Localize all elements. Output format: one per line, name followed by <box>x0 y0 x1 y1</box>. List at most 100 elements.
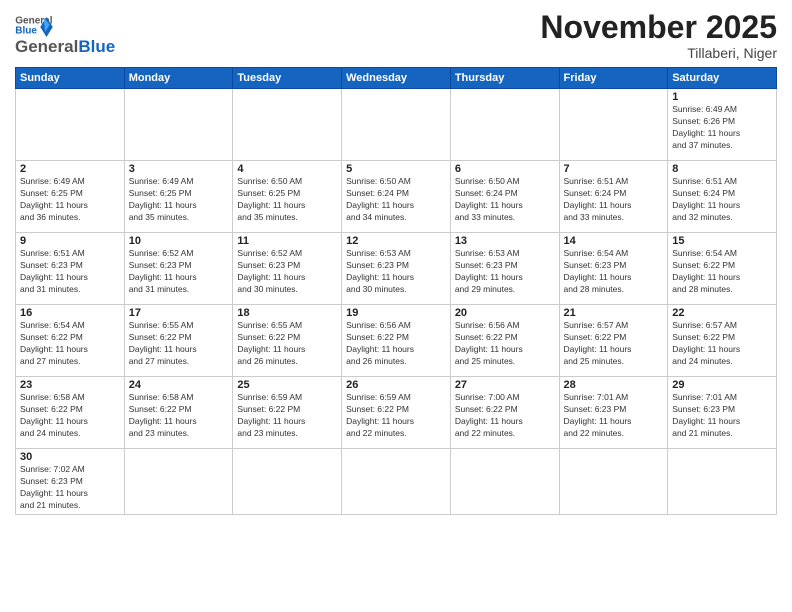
table-row: 9Sunrise: 6:51 AMSunset: 6:23 PMDaylight… <box>16 233 125 305</box>
table-row <box>16 89 125 161</box>
header-monday: Monday <box>124 68 233 89</box>
table-row: 13Sunrise: 6:53 AMSunset: 6:23 PMDayligh… <box>450 233 559 305</box>
header: General Blue General Blue November 2025 … <box>15 10 777 61</box>
calendar-week-row: 16Sunrise: 6:54 AMSunset: 6:22 PMDayligh… <box>16 305 777 377</box>
day-number: 5 <box>346 163 446 175</box>
table-row: 23Sunrise: 6:58 AMSunset: 6:22 PMDayligh… <box>16 377 125 449</box>
day-info: Sunrise: 6:59 AMSunset: 6:22 PMDaylight:… <box>237 392 337 440</box>
calendar-week-row: 9Sunrise: 6:51 AMSunset: 6:23 PMDaylight… <box>16 233 777 305</box>
day-info: Sunrise: 7:01 AMSunset: 6:23 PMDaylight:… <box>672 392 772 440</box>
table-row <box>342 89 451 161</box>
table-row: 3Sunrise: 6:49 AMSunset: 6:25 PMDaylight… <box>124 161 233 233</box>
logo-general: General <box>15 37 78 57</box>
day-number: 10 <box>129 235 229 247</box>
location-subtitle: Tillaberi, Niger <box>540 45 777 61</box>
table-row: 18Sunrise: 6:55 AMSunset: 6:22 PMDayligh… <box>233 305 342 377</box>
table-row: 1Sunrise: 6:49 AMSunset: 6:26 PMDaylight… <box>668 89 777 161</box>
table-row: 10Sunrise: 6:52 AMSunset: 6:23 PMDayligh… <box>124 233 233 305</box>
table-row <box>233 449 342 515</box>
day-number: 6 <box>455 163 555 175</box>
day-info: Sunrise: 6:51 AMSunset: 6:24 PMDaylight:… <box>564 176 664 224</box>
calendar-week-row: 30Sunrise: 7:02 AMSunset: 6:23 PMDayligh… <box>16 449 777 515</box>
day-number: 11 <box>237 235 337 247</box>
table-row: 27Sunrise: 7:00 AMSunset: 6:22 PMDayligh… <box>450 377 559 449</box>
day-number: 12 <box>346 235 446 247</box>
table-row: 8Sunrise: 6:51 AMSunset: 6:24 PMDaylight… <box>668 161 777 233</box>
table-row <box>124 449 233 515</box>
title-area: November 2025 Tillaberi, Niger <box>540 10 777 61</box>
table-row <box>450 89 559 161</box>
table-row: 15Sunrise: 6:54 AMSunset: 6:22 PMDayligh… <box>668 233 777 305</box>
header-wednesday: Wednesday <box>342 68 451 89</box>
header-sunday: Sunday <box>16 68 125 89</box>
table-row <box>668 449 777 515</box>
svg-text:Blue: Blue <box>15 25 37 36</box>
table-row: 24Sunrise: 6:58 AMSunset: 6:22 PMDayligh… <box>124 377 233 449</box>
day-info: Sunrise: 6:54 AMSunset: 6:22 PMDaylight:… <box>672 248 772 296</box>
header-thursday: Thursday <box>450 68 559 89</box>
day-info: Sunrise: 6:51 AMSunset: 6:24 PMDaylight:… <box>672 176 772 224</box>
day-number: 21 <box>564 307 664 319</box>
day-info: Sunrise: 6:55 AMSunset: 6:22 PMDaylight:… <box>129 320 229 368</box>
day-info: Sunrise: 6:56 AMSunset: 6:22 PMDaylight:… <box>455 320 555 368</box>
table-row: 12Sunrise: 6:53 AMSunset: 6:23 PMDayligh… <box>342 233 451 305</box>
header-saturday: Saturday <box>668 68 777 89</box>
day-info: Sunrise: 6:49 AMSunset: 6:25 PMDaylight:… <box>20 176 120 224</box>
table-row: 26Sunrise: 6:59 AMSunset: 6:22 PMDayligh… <box>342 377 451 449</box>
table-row: 19Sunrise: 6:56 AMSunset: 6:22 PMDayligh… <box>342 305 451 377</box>
day-number: 1 <box>672 91 772 103</box>
table-row <box>342 449 451 515</box>
day-number: 8 <box>672 163 772 175</box>
day-info: Sunrise: 6:59 AMSunset: 6:22 PMDaylight:… <box>346 392 446 440</box>
day-number: 27 <box>455 379 555 391</box>
day-number: 23 <box>20 379 120 391</box>
day-number: 7 <box>564 163 664 175</box>
day-number: 17 <box>129 307 229 319</box>
table-row: 21Sunrise: 6:57 AMSunset: 6:22 PMDayligh… <box>559 305 668 377</box>
table-row: 28Sunrise: 7:01 AMSunset: 6:23 PMDayligh… <box>559 377 668 449</box>
calendar-table: Sunday Monday Tuesday Wednesday Thursday… <box>15 67 777 515</box>
table-row: 2Sunrise: 6:49 AMSunset: 6:25 PMDaylight… <box>16 161 125 233</box>
day-number: 13 <box>455 235 555 247</box>
day-info: Sunrise: 6:49 AMSunset: 6:25 PMDaylight:… <box>129 176 229 224</box>
day-number: 15 <box>672 235 772 247</box>
day-number: 2 <box>20 163 120 175</box>
table-row: 22Sunrise: 6:57 AMSunset: 6:22 PMDayligh… <box>668 305 777 377</box>
logo-area: General Blue General Blue <box>15 10 115 57</box>
day-info: Sunrise: 6:57 AMSunset: 6:22 PMDaylight:… <box>564 320 664 368</box>
day-info: Sunrise: 7:02 AMSunset: 6:23 PMDaylight:… <box>20 464 120 512</box>
day-number: 25 <box>237 379 337 391</box>
table-row: 17Sunrise: 6:55 AMSunset: 6:22 PMDayligh… <box>124 305 233 377</box>
table-row: 20Sunrise: 6:56 AMSunset: 6:22 PMDayligh… <box>450 305 559 377</box>
table-row <box>450 449 559 515</box>
table-row: 14Sunrise: 6:54 AMSunset: 6:23 PMDayligh… <box>559 233 668 305</box>
table-row: 16Sunrise: 6:54 AMSunset: 6:22 PMDayligh… <box>16 305 125 377</box>
table-row: 25Sunrise: 6:59 AMSunset: 6:22 PMDayligh… <box>233 377 342 449</box>
day-info: Sunrise: 6:57 AMSunset: 6:22 PMDaylight:… <box>672 320 772 368</box>
table-row: 7Sunrise: 6:51 AMSunset: 6:24 PMDaylight… <box>559 161 668 233</box>
day-info: Sunrise: 6:50 AMSunset: 6:25 PMDaylight:… <box>237 176 337 224</box>
calendar-week-row: 1Sunrise: 6:49 AMSunset: 6:26 PMDaylight… <box>16 89 777 161</box>
day-info: Sunrise: 6:52 AMSunset: 6:23 PMDaylight:… <box>129 248 229 296</box>
day-number: 3 <box>129 163 229 175</box>
day-number: 14 <box>564 235 664 247</box>
table-row: 29Sunrise: 7:01 AMSunset: 6:23 PMDayligh… <box>668 377 777 449</box>
calendar-header-row: Sunday Monday Tuesday Wednesday Thursday… <box>16 68 777 89</box>
table-row <box>124 89 233 161</box>
table-row: 11Sunrise: 6:52 AMSunset: 6:23 PMDayligh… <box>233 233 342 305</box>
day-info: Sunrise: 6:51 AMSunset: 6:23 PMDaylight:… <box>20 248 120 296</box>
month-title: November 2025 <box>540 10 777 45</box>
day-number: 29 <box>672 379 772 391</box>
table-row: 6Sunrise: 6:50 AMSunset: 6:24 PMDaylight… <box>450 161 559 233</box>
logo-blue: Blue <box>78 37 115 57</box>
header-tuesday: Tuesday <box>233 68 342 89</box>
table-row <box>233 89 342 161</box>
day-info: Sunrise: 6:53 AMSunset: 6:23 PMDaylight:… <box>455 248 555 296</box>
day-info: Sunrise: 6:52 AMSunset: 6:23 PMDaylight:… <box>237 248 337 296</box>
calendar-week-row: 23 Sunrise: 6:58 AMSunset: 6:22 PMDayligh… <box>16 377 777 449</box>
header-friday: Friday <box>559 68 668 89</box>
day-info: Sunrise: 6:58 AMSunset: 6:22 PMDaylight:… <box>129 392 229 440</box>
day-number: 30 <box>20 451 120 463</box>
day-info: Sunrise: 7:01 AMSunset: 6:23 PMDaylight:… <box>564 392 664 440</box>
table-row <box>559 89 668 161</box>
